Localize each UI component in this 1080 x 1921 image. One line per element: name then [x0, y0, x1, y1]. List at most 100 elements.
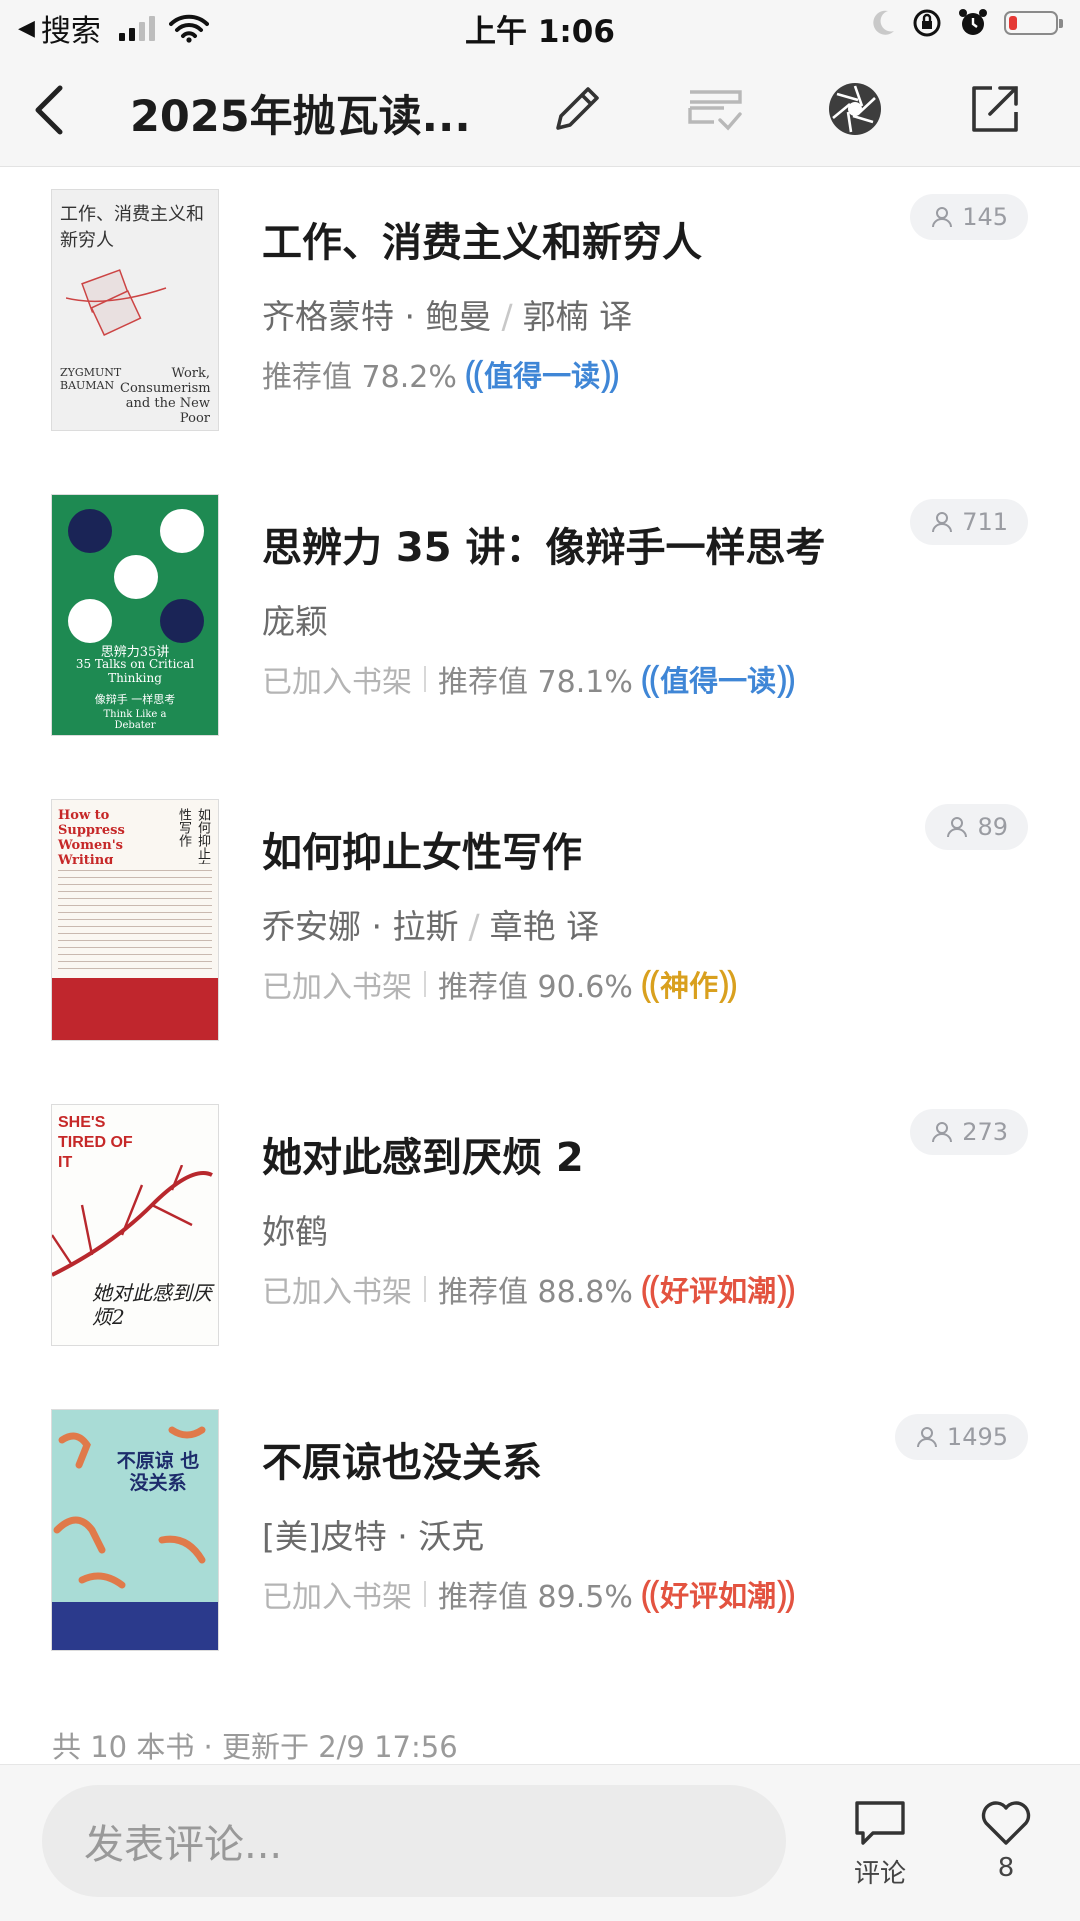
book-author: [美]皮特 · 沃克 [262, 1517, 485, 1556]
laurel-left-icon: ⸨ [640, 962, 661, 1006]
book-author-line: 庞颖 [262, 595, 328, 643]
laurel-left-icon: ⸨ [640, 1267, 661, 1311]
cover-en-title: SHE'S TIRED OF IT [58, 1114, 133, 1171]
cover-en-title: How to Suppress Women's Writing [58, 808, 125, 868]
aperture-icon[interactable] [824, 78, 886, 140]
book-meta: 已加入书架 推荐值 88.8% ⸨ 好评如潮 ⸩ [262, 1267, 795, 1311]
book-title[interactable]: 工作、消费主义和新穷人 [262, 210, 702, 268]
rating-badge: ⸨ 值得一读 ⸩ [465, 353, 620, 395]
laurel-left-icon: ⸨ [640, 657, 661, 701]
reader-count-pill: 1495 [894, 1414, 1028, 1460]
book-cover[interactable]: 不原谅 也没关系 [52, 1410, 218, 1650]
cover-en-title: Work, Consumerism and the New Poor [120, 366, 211, 426]
meta-divider [424, 666, 426, 692]
book-meta: 已加入书架 推荐值 78.1% ⸨ 值得一读 ⸩ [262, 657, 795, 701]
cover-branch-illustration [52, 1165, 213, 1277]
rating-badge: ⸨ 神作 ⸩ [641, 963, 738, 1005]
meta-divider [424, 1581, 426, 1607]
book-item[interactable]: SHE'S TIRED OF IT 她对此感到厌烦2 她对此感到厌烦 2 妳鹤 … [0, 1105, 1080, 1405]
comment-button[interactable]: 评论 [830, 1799, 930, 1890]
recommend-value: 推荐值 90.6% [438, 970, 633, 1005]
book-item[interactable]: 工作、消费主义和新穷人 ZYGMUNT BAUMAN Work, Consume… [0, 190, 1080, 490]
book-author-line: [美]皮特 · 沃克 [262, 1510, 484, 1558]
rating-badge-label: 值得一读 [660, 664, 777, 698]
book-meta: 推荐值 78.2% ⸨ 值得一读 ⸩ [262, 352, 619, 396]
laurel-left-icon: ⸨ [464, 352, 485, 396]
page-title: 2025年抛瓦读... [130, 92, 471, 142]
book-cover[interactable]: SHE'S TIRED OF IT 她对此感到厌烦2 [52, 1105, 218, 1345]
cover-subtitle: 像辩手 一样思考 [94, 693, 176, 706]
reader-count: 273 [962, 1118, 1008, 1146]
rating-badge: ⸨ 好评如潮 ⸩ [641, 1268, 796, 1310]
book-translator: 郭楠 译 [522, 297, 633, 336]
recommend-value: 推荐值 88.8% [438, 1275, 633, 1310]
rating-badge-label: 好评如潮 [660, 1274, 777, 1308]
status-right [870, 8, 1063, 38]
meta-divider [424, 971, 426, 997]
cover-title: 不原谅 也没关系 [116, 1450, 200, 1494]
author-separator: / [468, 907, 480, 946]
book-meta: 已加入书架 推荐值 89.5% ⸨ 好评如潮 ⸩ [262, 1572, 795, 1616]
cover-text-block [58, 864, 212, 974]
comment-input[interactable]: 发表评论... [42, 1785, 786, 1897]
book-author: 乔安娜 · 拉斯 [262, 907, 459, 946]
shelf-status: 已加入书架 [262, 1275, 412, 1310]
alarm-icon [959, 9, 987, 35]
person-icon [932, 207, 953, 228]
rating-badge-label: 好评如潮 [660, 1579, 777, 1613]
book-author-line: 乔安娜 · 拉斯 / 章艳 译 [262, 900, 599, 948]
nav-bar: 2025年抛瓦读... [0, 54, 1080, 167]
rating-badge: ⸨ 值得一读 ⸩ [641, 658, 796, 700]
rating-badge: ⸨ 好评如潮 ⸩ [641, 1573, 796, 1615]
manage-list-icon[interactable] [684, 78, 746, 140]
book-cover[interactable]: How to Suppress Women's Writing 如何抑止女性写作 [52, 800, 218, 1040]
back-chevron-icon[interactable] [26, 82, 76, 138]
book-item[interactable]: How to Suppress Women's Writing 如何抑止女性写作… [0, 800, 1080, 1100]
reader-count: 711 [962, 508, 1008, 536]
reader-count-pill: 273 [910, 1109, 1028, 1155]
rotation-lock-icon [913, 9, 941, 37]
recommend-value: 推荐值 78.1% [438, 665, 633, 700]
list-summary: 共 10 本书 · 更新于 2/9 17:56 [52, 1730, 458, 1764]
book-item[interactable]: 不原谅 也没关系 不原谅也没关系 [美]皮特 · 沃克 已加入书架 推荐值 89… [0, 1410, 1080, 1710]
reader-count: 89 [977, 813, 1008, 841]
author-separator: / [501, 297, 513, 336]
book-cover[interactable]: 思辨力35讲 35 Talks on Critical Thinking 像辩手… [52, 495, 218, 735]
book-author: 妳鹤 [262, 1212, 328, 1251]
laurel-right-icon: ⸩ [718, 962, 738, 1006]
cover-dots-illustration [68, 509, 204, 643]
pencil-icon[interactable] [546, 78, 608, 140]
bottom-bar: 发表评论... 评论 8 [0, 1764, 1080, 1921]
shelf-status: 已加入书架 [262, 970, 412, 1005]
shelf-status: 已加入书架 [262, 665, 412, 700]
share-icon[interactable] [964, 78, 1026, 140]
book-cover[interactable]: 工作、消费主义和新穷人 ZYGMUNT BAUMAN Work, Consume… [52, 190, 218, 430]
battery-icon [1004, 11, 1063, 35]
moon-icon [873, 10, 894, 35]
book-author-line: 齐格蒙特 · 鲍曼 / 郭楠 译 [262, 290, 632, 338]
person-icon [916, 1427, 937, 1448]
status-bar: ◀ 搜索 上午 1:06 [0, 0, 1080, 54]
book-author: 庞颖 [262, 602, 328, 641]
reader-count-pill: 711 [910, 499, 1028, 545]
cover-swimmers-illustration [53, 1426, 206, 1589]
laurel-left-icon: ⸨ [640, 1572, 661, 1616]
book-author: 齐格蒙特 · 鲍曼 [262, 297, 492, 336]
like-button[interactable]: 8 [956, 1799, 1056, 1883]
reader-count: 145 [962, 203, 1008, 231]
book-title[interactable]: 思辨力 35 讲：像辩手一样思考 [262, 515, 826, 573]
book-title[interactable]: 如何抑止女性写作 [262, 820, 582, 878]
cover-title: 工作、消费主义和新穷人 [60, 204, 204, 251]
laurel-right-icon: ⸩ [776, 1572, 796, 1616]
book-title[interactable]: 她对此感到厌烦 2 [262, 1125, 584, 1183]
laurel-right-icon: ⸩ [600, 352, 620, 396]
cover-blue-band [52, 1602, 218, 1650]
book-title[interactable]: 不原谅也没关系 [262, 1430, 542, 1488]
meta-divider [424, 1276, 426, 1302]
book-translator: 章艳 译 [489, 907, 600, 946]
shelf-status: 已加入书架 [262, 1580, 412, 1615]
heart-icon [981, 1801, 1031, 1845]
book-item[interactable]: 思辨力35讲 35 Talks on Critical Thinking 像辩手… [0, 495, 1080, 795]
reader-count-pill: 145 [910, 194, 1028, 240]
cover-author: ZYGMUNT BAUMAN [60, 366, 122, 392]
